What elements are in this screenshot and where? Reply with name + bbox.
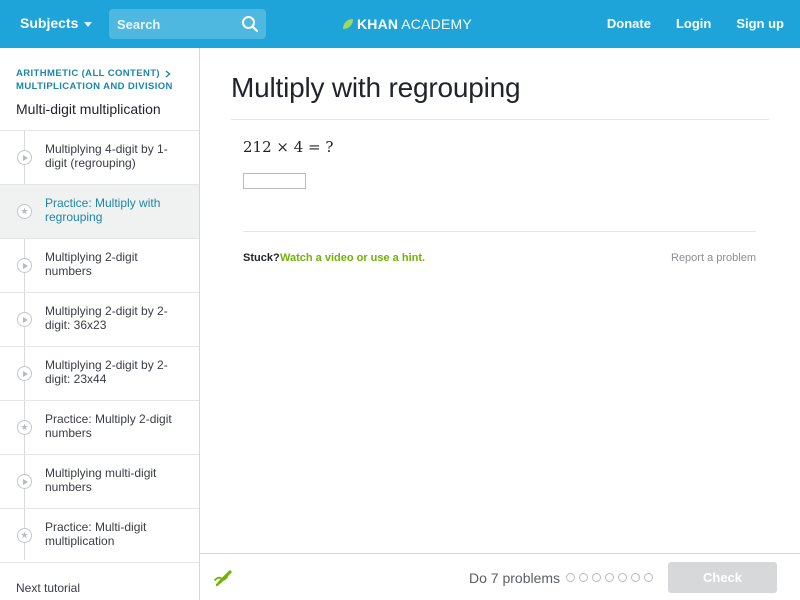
hint-link[interactable]: Watch a video or use a hint. <box>280 252 425 264</box>
progress-dot <box>618 573 627 582</box>
sidebar-item-label: Multiplying 2-digit by 2-digit: 36x23 <box>45 304 168 332</box>
check-button[interactable]: Check <box>668 562 777 593</box>
problem-count-label: Do 7 problems <box>469 570 561 586</box>
logo-text-bold: KHAN <box>357 16 399 32</box>
sidebar-item-label: Multiplying 2-digit numbers <box>45 250 138 278</box>
progress-dot <box>566 573 575 582</box>
login-link[interactable]: Login <box>676 16 711 31</box>
donate-link[interactable]: Donate <box>607 16 651 31</box>
logo-text-light: ACADEMY <box>401 16 472 32</box>
sidebar-item-multiplying-4-digit-by-1-digit[interactable]: Multiplying 4-digit by 1-digit (regroupi… <box>0 131 199 185</box>
progress-dots <box>566 573 653 582</box>
search-box <box>109 9 266 39</box>
sidebar-item-label: Multiplying 2-digit by 2-digit: 23x44 <box>45 358 168 386</box>
account-links: Donate Login Sign up <box>607 16 784 31</box>
star-icon: ★ <box>17 528 32 543</box>
answer-input[interactable] <box>243 173 306 189</box>
subjects-label: Subjects <box>20 15 79 31</box>
progress-dot <box>631 573 640 582</box>
stuck-label: Stuck? <box>243 252 280 264</box>
top-navigation-bar: Subjects KHANACADEMY Donate Login Sign u… <box>0 0 800 48</box>
chevron-down-icon <box>84 21 93 27</box>
sidebar-item-practice-multi-digit[interactable]: ★ Practice: Multi-digit multiplication <box>0 509 199 563</box>
chevron-right-icon <box>165 69 171 78</box>
sidebar-item-multiplying-36x23[interactable]: Multiplying 2-digit by 2-digit: 36x23 <box>0 293 199 347</box>
breadcrumb-arithmetic[interactable]: ARITHMETIC (ALL CONTENT) <box>16 68 171 79</box>
divider <box>243 231 756 232</box>
sidebar-item-label: Practice: Multiply 2-digit numbers <box>45 412 172 440</box>
sidebar-item-label: Multiplying multi-digit numbers <box>45 466 157 494</box>
search-icon[interactable] <box>241 15 259 33</box>
sidebar: ARITHMETIC (ALL CONTENT) MULTIPLICATION … <box>0 48 200 600</box>
breadcrumb-multiplication-division[interactable]: MULTIPLICATION AND DIVISION <box>16 81 173 92</box>
signup-link[interactable]: Sign up <box>736 16 784 31</box>
sidebar-item-label: Multiplying 4-digit by 1-digit (regroupi… <box>45 142 168 170</box>
sidebar-item-multiplying-2-digit-numbers[interactable]: Multiplying 2-digit numbers <box>0 239 199 293</box>
report-problem-link[interactable]: Report a problem <box>671 252 756 264</box>
exercise-footer: Do 7 problems Check <box>200 553 800 600</box>
question-text: 212 × 4 = ? <box>243 138 334 156</box>
play-icon <box>17 474 32 489</box>
play-icon <box>17 150 32 165</box>
sidebar-item-practice-multiply-2-digit[interactable]: ★ Practice: Multiply 2-digit numbers <box>0 401 199 455</box>
search-input[interactable] <box>117 16 237 32</box>
star-icon: ★ <box>17 420 32 435</box>
star-icon: ★ <box>17 204 32 219</box>
progress-dot <box>644 573 653 582</box>
breadcrumb-arithmetic-label: ARITHMETIC (ALL CONTENT) <box>16 68 160 79</box>
progress-dot <box>579 573 588 582</box>
sidebar-item-multiplying-multi-digit[interactable]: Multiplying multi-digit numbers <box>0 455 199 509</box>
sidebar-item-label: Practice: Multi-digit multiplication <box>45 520 147 548</box>
play-icon <box>17 312 32 327</box>
sidebar-item-practice-multiply-with-regrouping[interactable]: ★ Practice: Multiply with regrouping <box>0 185 199 239</box>
subjects-menu[interactable]: Subjects <box>20 15 93 31</box>
tutorial-item-list: Multiplying 4-digit by 1-digit (regroupi… <box>0 130 199 563</box>
leaf-logo-icon <box>343 19 353 29</box>
sidebar-item-multiplying-23x44[interactable]: Multiplying 2-digit by 2-digit: 23x44 <box>0 347 199 401</box>
scratchpad-pencil-icon[interactable] <box>213 566 235 588</box>
progress-dot <box>605 573 614 582</box>
play-icon <box>17 366 32 381</box>
progress-dot <box>592 573 601 582</box>
sidebar-item-label: Practice: Multiply with regrouping <box>45 196 161 224</box>
page-title: Multiply with regrouping <box>231 72 521 103</box>
next-tutorial-label: Next tutorial <box>16 581 81 595</box>
divider <box>231 119 769 120</box>
khan-academy-logo[interactable]: KHAN ACADEMY <box>342 16 472 32</box>
play-icon <box>17 258 32 273</box>
tutorial-title: Multi-digit multiplication <box>16 101 161 117</box>
